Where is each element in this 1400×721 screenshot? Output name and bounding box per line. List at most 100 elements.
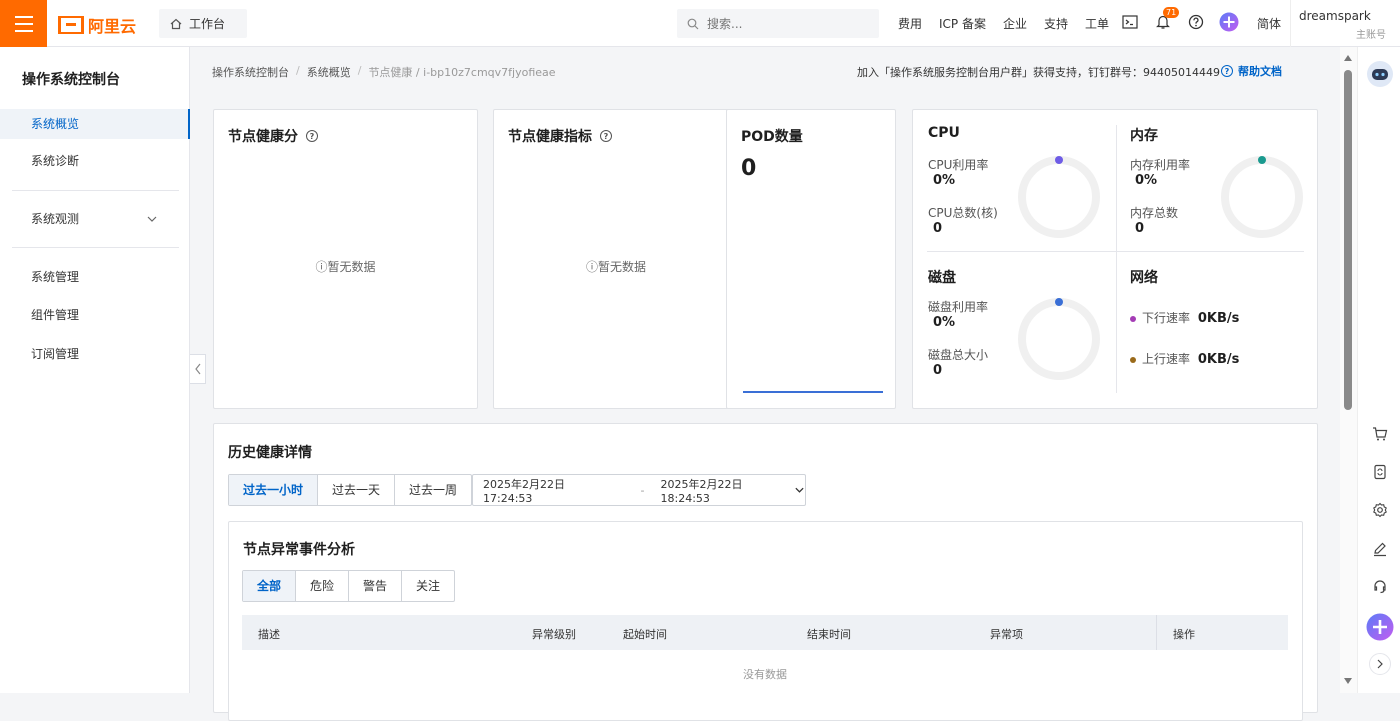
filter-all[interactable]: 全部 xyxy=(243,571,297,601)
pod-count-value: 0 xyxy=(741,156,757,181)
network-upload: 上行速率 0KB/s xyxy=(1130,350,1239,367)
search-box[interactable] xyxy=(677,9,879,38)
cpu-gauge xyxy=(1018,156,1100,238)
workbench-button[interactable]: 工作台 xyxy=(159,9,247,38)
ai-plus-icon[interactable] xyxy=(1366,613,1394,641)
breadcrumb-separator: / xyxy=(357,64,362,77)
col-start-time: 起始时间 xyxy=(623,628,667,641)
main-content: 操作系统控制台 / 系统概览 / 节点健康 / i-bp10z7cmqv7fjy… xyxy=(191,47,1340,721)
sidebar-item-subscription[interactable]: 订阅管理 xyxy=(0,339,190,369)
column-divider xyxy=(1156,615,1157,650)
chevron-down-icon xyxy=(795,487,804,493)
sidebar-item-label: 系统概览 xyxy=(31,117,80,131)
download-rate: 0KB/s xyxy=(1197,311,1240,326)
range-last-week[interactable]: 过去一周 xyxy=(395,475,471,505)
nav-enterprise[interactable]: 企业 xyxy=(1003,15,1027,32)
sidebar: 操作系统控制台 系统概览 系统诊断 系统观测 系统管理 组件管理 订阅管理 xyxy=(0,47,190,693)
resource-divider-v xyxy=(1116,125,1117,393)
time-range-selector: 过去一小时 过去一天 过去一周 xyxy=(228,474,473,506)
disk-usage-label: 磁盘利用率 xyxy=(928,300,989,314)
events-table-header: 描述 异常级别 起始时间 结束时间 异常项 操作 xyxy=(242,615,1288,650)
sidebar-item-label: 订阅管理 xyxy=(31,347,80,361)
search-input[interactable] xyxy=(707,16,867,31)
chevron-right-icon xyxy=(1377,659,1383,669)
nav-billing[interactable]: 费用 xyxy=(898,15,922,32)
memory-gauge-marker xyxy=(1258,156,1266,164)
memory-total-label: 内存总数 xyxy=(1130,206,1179,220)
pod-sparkline xyxy=(743,391,883,393)
hamburger-menu-button[interactable] xyxy=(0,0,47,47)
cpu-gauge-marker xyxy=(1055,156,1063,164)
search-icon xyxy=(687,18,699,29)
memory-usage-value: 0% xyxy=(1135,173,1158,188)
filter-attention[interactable]: 关注 xyxy=(402,571,454,601)
disk-total-value: 0 xyxy=(933,363,943,378)
events-title: 节点异常事件分析 xyxy=(243,542,355,558)
help-icon[interactable] xyxy=(1186,12,1206,32)
sidebar-item-label: 系统诊断 xyxy=(31,154,80,168)
top-nav-links: 费用 ICP 备案 企业 支持 工单 xyxy=(898,15,1126,32)
upload-rate: 0KB/s xyxy=(1197,352,1240,367)
sidebar-item-system-management[interactable]: 系统管理 xyxy=(0,262,190,292)
scroll-down-icon[interactable] xyxy=(1344,678,1352,684)
sidebar-divider xyxy=(12,190,179,191)
event-level-filter: 全部 危险 警告 关注 xyxy=(242,570,456,602)
edit-icon[interactable] xyxy=(1370,539,1390,559)
question-icon[interactable]: ? xyxy=(306,130,318,142)
download-label: 下行速率 xyxy=(1142,311,1191,325)
history-title: 历史健康详情 xyxy=(228,445,312,461)
cart-icon[interactable] xyxy=(1370,424,1390,444)
cpu-total-label: CPU总数(核) xyxy=(928,206,998,220)
nav-support[interactable]: 支持 xyxy=(1044,15,1068,32)
nav-icp[interactable]: ICP 备案 xyxy=(939,15,986,32)
gear-icon[interactable] xyxy=(1370,500,1390,520)
breadcrumb-current: 节点健康 / i-bp10z7cmqv7fjyofieae xyxy=(368,66,556,79)
username: dreamspark xyxy=(1299,9,1371,23)
language-switch[interactable]: 简体 xyxy=(1257,15,1281,32)
logo-text: 阿里云 xyxy=(88,17,137,36)
sidebar-item-label: 组件管理 xyxy=(31,308,80,322)
sidebar-item-diagnosis[interactable]: 系统诊断 xyxy=(0,146,190,176)
scroll-up-icon[interactable] xyxy=(1344,55,1352,61)
sidebar-item-observe[interactable]: 系统观测 xyxy=(0,204,190,234)
bell-icon[interactable]: 71 xyxy=(1153,7,1180,32)
user-account[interactable]: dreamspark 主账号 xyxy=(1290,0,1400,47)
breadcrumb-item[interactable]: 系统概览 xyxy=(307,64,351,80)
range-last-hour[interactable]: 过去一小时 xyxy=(229,475,319,505)
date-end: 2025年2月22日 18:24:53 xyxy=(660,477,743,505)
customer-service-icon[interactable] xyxy=(1370,577,1390,597)
sidebar-item-component-management[interactable]: 组件管理 xyxy=(0,300,190,330)
terminal-icon[interactable] xyxy=(1120,12,1140,32)
sidebar-item-overview[interactable]: 系统概览 xyxy=(0,109,190,139)
date-range-picker[interactable]: 2025年2月22日 17:24:53 - 2025年2月22日 18:24:5… xyxy=(472,474,806,506)
filter-warning[interactable]: 警告 xyxy=(349,571,403,601)
card-title-text: 节点健康分 xyxy=(228,129,298,145)
menu-line xyxy=(14,22,33,25)
help-docs-link[interactable]: ? 帮助文档 xyxy=(1221,63,1282,79)
question-icon: ? xyxy=(1221,65,1233,77)
expand-rail-button[interactable] xyxy=(1369,653,1391,675)
menu-line xyxy=(14,29,33,32)
nav-ticket[interactable]: 工单 xyxy=(1085,15,1109,32)
support-group-note: 加入「操作系统服务控制台用户群」获得支持，钉钉群号：94405014449 xyxy=(857,66,1220,79)
disk-usage-value: 0% xyxy=(933,315,956,330)
aliyun-logo[interactable]: 阿里云 xyxy=(58,13,136,37)
events-empty: 没有数据 xyxy=(743,668,787,681)
disk-title: 磁盘 xyxy=(928,270,956,286)
breadcrumb-item[interactable]: 操作系统控制台 xyxy=(212,64,289,80)
range-last-day[interactable]: 过去一天 xyxy=(318,475,396,505)
sync-document-icon[interactable] xyxy=(1370,462,1390,482)
card-title: POD数量 xyxy=(741,129,803,145)
sidebar-divider xyxy=(12,247,179,248)
upload-label: 上行速率 xyxy=(1142,352,1191,366)
breadcrumb-separator: / xyxy=(296,64,300,77)
date-separator: - xyxy=(640,483,645,497)
scrollbar-thumb[interactable] xyxy=(1344,70,1352,410)
question-icon[interactable]: ? xyxy=(600,130,612,142)
notification-badge: 71 xyxy=(1163,7,1180,18)
assistant-avatar-icon[interactable] xyxy=(1367,61,1393,87)
memory-title: 内存 xyxy=(1130,128,1158,144)
filter-critical[interactable]: 危险 xyxy=(296,571,350,601)
cpu-usage-value: 0% xyxy=(933,173,956,188)
ai-assistant-icon[interactable] xyxy=(1219,12,1239,32)
